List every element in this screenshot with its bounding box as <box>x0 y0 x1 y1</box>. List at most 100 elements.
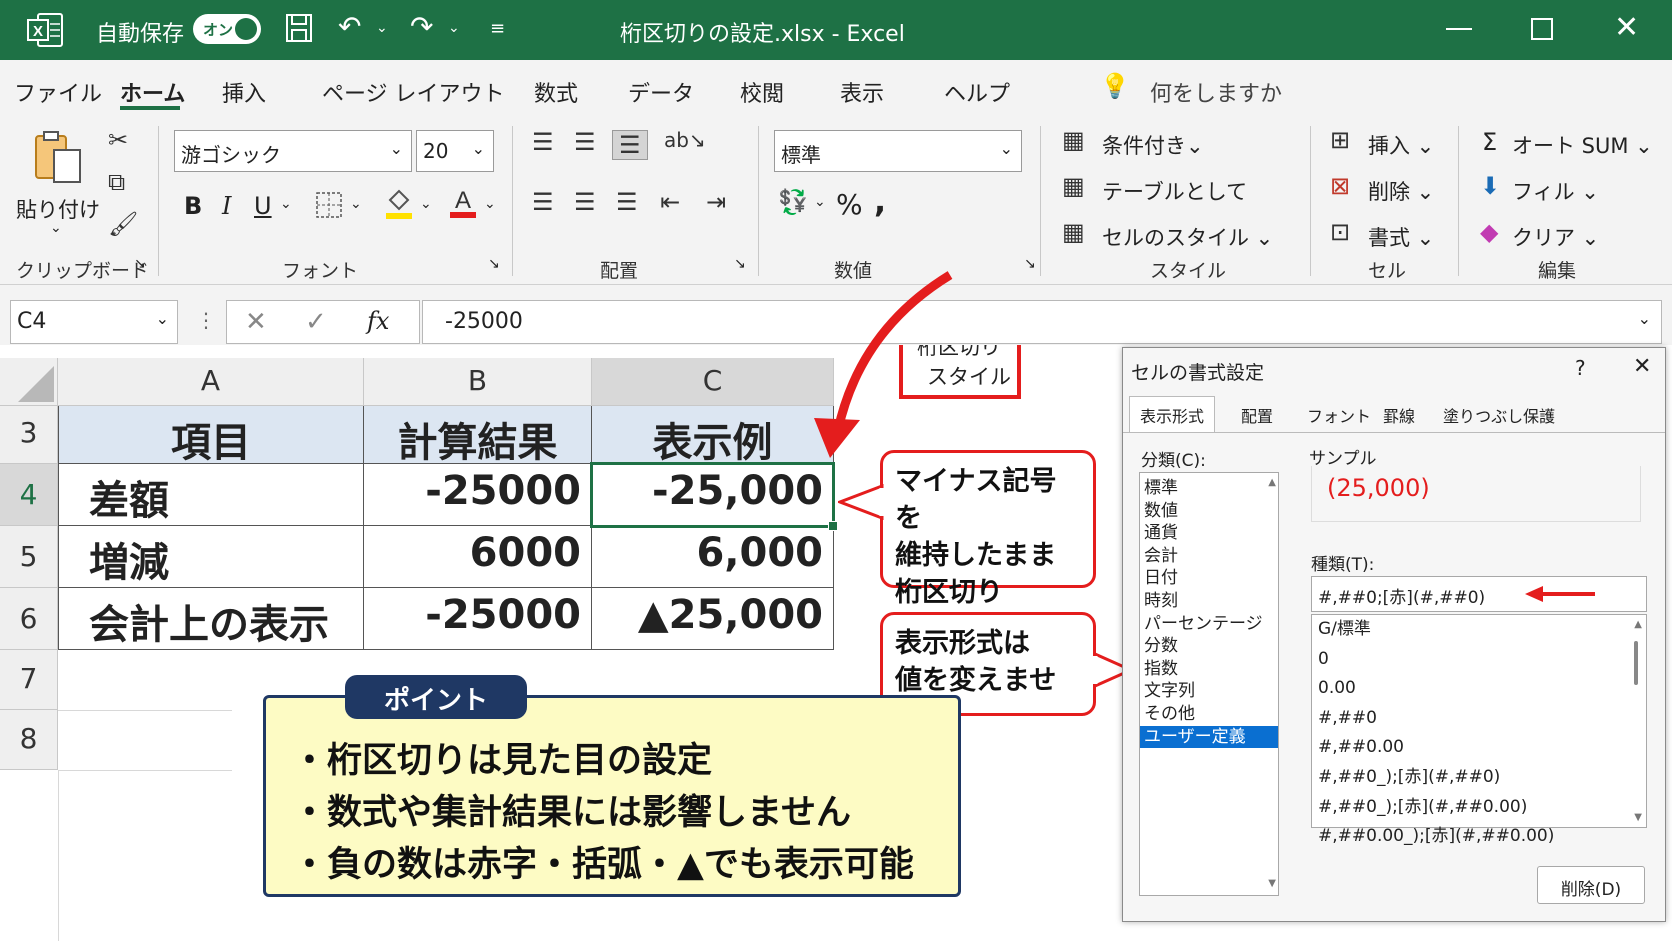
category-item[interactable]: 通貨 <box>1140 522 1278 545</box>
cell-b4[interactable]: -25000 <box>364 464 592 526</box>
scroll-down-icon[interactable]: ▼ <box>1268 878 1276 889</box>
dialog-tab-fill[interactable]: 塗りつぶし <box>1443 403 1523 427</box>
border-dropdown-icon[interactable]: ⌄ <box>350 196 362 212</box>
tab-view[interactable]: 表示 <box>840 76 884 108</box>
category-item[interactable]: パーセンテージ <box>1140 613 1278 636</box>
category-item[interactable]: 時刻 <box>1140 590 1278 613</box>
column-header-c[interactable]: C <box>592 358 834 406</box>
currency-icon[interactable]: 💱 <box>778 188 808 216</box>
tab-data[interactable]: データ <box>628 76 694 108</box>
increase-indent-icon[interactable]: ⇥ <box>706 188 726 216</box>
tell-me-search[interactable]: 何をしますか <box>1150 76 1282 108</box>
help-icon[interactable]: ? <box>1575 356 1586 380</box>
paste-icon[interactable] <box>30 128 90 194</box>
format-list[interactable]: G/標準 0 0.00 #,##0 #,##0.00 #,##0_);[赤](#,##0)… <box>1311 614 1647 846</box>
align-left-icon[interactable]: ☰ <box>532 188 554 216</box>
maximize-icon[interactable] <box>1531 18 1553 40</box>
category-item[interactable]: 標準 <box>1140 477 1278 500</box>
cell-a6[interactable]: 会計上の表示 <box>59 588 364 650</box>
row-header-3[interactable]: 3 <box>0 406 58 464</box>
redo-dropdown-icon[interactable]: ⌄ <box>448 20 460 36</box>
conditional-format-icon[interactable]: ▦ <box>1062 126 1085 154</box>
cut-icon[interactable]: ✂ <box>108 126 128 154</box>
font-color-icon[interactable]: A <box>448 184 478 226</box>
fill-handle[interactable] <box>828 521 838 531</box>
dialog-tab-font[interactable]: フォント <box>1307 403 1371 427</box>
tab-file[interactable]: ファイル <box>14 76 102 108</box>
category-item[interactable]: その他 <box>1140 703 1278 726</box>
alignment-launcher-icon[interactable]: ↘ <box>734 256 746 272</box>
percent-icon[interactable]: % <box>836 188 863 221</box>
format-cells-icon[interactable]: ⊡ <box>1330 218 1350 246</box>
format-item[interactable]: #,##0.00_);[赤](#,##0.00) <box>1312 822 1646 852</box>
number-launcher-icon[interactable]: ↘ <box>1024 256 1036 272</box>
fill-color-icon[interactable] <box>384 186 414 226</box>
row-header-8[interactable]: 8 <box>0 710 58 770</box>
category-item[interactable]: ユーザー定義 <box>1140 725 1278 749</box>
fill-button[interactable]: フィル ⌄ <box>1512 176 1599 206</box>
category-item[interactable]: 指数 <box>1140 658 1278 681</box>
format-as-table-button[interactable]: テーブルとして <box>1102 176 1247 206</box>
dialog-tab-border[interactable]: 罫線 <box>1383 403 1415 427</box>
category-item[interactable]: 会計 <box>1140 545 1278 568</box>
format-cells-button[interactable]: 書式 ⌄ <box>1368 222 1434 252</box>
cell-c6[interactable]: ▲25,000 <box>592 588 834 650</box>
dialog-tab-alignment[interactable]: 配置 <box>1241 403 1273 427</box>
conditional-format-button[interactable]: 条件付き⌄ <box>1102 130 1204 160</box>
cell-b6[interactable]: -25000 <box>364 588 592 650</box>
autosum-icon[interactable]: Σ <box>1482 128 1497 156</box>
clear-icon[interactable]: ◆ <box>1480 218 1498 246</box>
save-icon[interactable] <box>284 12 314 51</box>
clipboard-launcher-icon[interactable]: ↘ <box>134 256 146 272</box>
tab-insert[interactable]: 挿入 <box>222 76 266 108</box>
font-launcher-icon[interactable]: ↘ <box>488 256 500 272</box>
row-header-6[interactable]: 6 <box>0 588 58 650</box>
cell-b3[interactable]: 計算結果 <box>364 406 592 466</box>
expand-formula-icon[interactable]: ⌄ <box>1638 309 1651 328</box>
row-header-7[interactable]: 7 <box>0 650 58 710</box>
format-item[interactable]: #,##0 <box>1312 704 1646 734</box>
name-box[interactable]: C4 ⌄ <box>10 300 178 344</box>
tab-formulas[interactable]: 数式 <box>534 76 578 108</box>
insert-cells-icon[interactable]: ⊞ <box>1330 126 1350 154</box>
cell-styles-icon[interactable]: ▦ <box>1062 218 1085 246</box>
align-top-icon[interactable]: ☰ <box>532 128 554 156</box>
clear-button[interactable]: クリア ⌄ <box>1512 222 1599 252</box>
format-item[interactable]: 0 <box>1312 645 1646 675</box>
format-as-table-icon[interactable]: ▦ <box>1062 172 1085 200</box>
tab-home[interactable]: ホーム <box>120 76 185 108</box>
cell-a5[interactable]: 増減 <box>59 526 364 588</box>
cell-c3[interactable]: 表示例 <box>592 406 834 466</box>
undo-icon[interactable]: ↶ <box>338 10 361 43</box>
orientation-icon[interactable]: ab↘ <box>664 128 706 152</box>
format-item[interactable]: #,##0_);[赤](#,##0) <box>1312 763 1646 793</box>
close-icon[interactable]: ✕ <box>1614 10 1639 45</box>
font-name-combo[interactable]: 游ゴシック ⌄ <box>174 130 412 172</box>
scrollbar-thumb[interactable] <box>1634 641 1638 685</box>
dialog-tab-protection[interactable]: 保護 <box>1523 403 1555 427</box>
minimize-icon[interactable] <box>1446 28 1472 30</box>
column-header-a[interactable]: A <box>58 358 364 406</box>
scroll-down-icon[interactable]: ▼ <box>1634 812 1642 823</box>
cancel-icon[interactable]: ✕ <box>245 307 267 337</box>
font-color-dropdown-icon[interactable]: ⌄ <box>484 196 496 212</box>
enter-icon[interactable]: ✓ <box>305 307 327 337</box>
row-header-5[interactable]: 5 <box>0 526 58 588</box>
copy-icon[interactable]: ⧉ <box>108 168 125 196</box>
dialog-close-icon[interactable]: ✕ <box>1633 354 1651 379</box>
formula-input[interactable]: -25000 ⌄ <box>422 300 1662 344</box>
underline-dropdown-icon[interactable]: ⌄ <box>280 196 292 212</box>
cell-a4[interactable]: 差額 <box>59 464 364 526</box>
tab-page-layout[interactable]: ページ レイアウト <box>322 76 505 108</box>
insert-cells-button[interactable]: 挿入 ⌄ <box>1368 130 1434 160</box>
cell-a3[interactable]: 項目 <box>59 406 364 466</box>
align-center-icon[interactable]: ☰ <box>574 188 596 216</box>
category-list[interactable]: 標準 数値 通貨 会計 日付 時刻 パーセンテージ 分数 指数 文字列 その他 ユーザー定義 ▲ ▼ <box>1139 472 1279 896</box>
autosum-button[interactable]: オート SUM ⌄ <box>1512 130 1653 160</box>
category-item[interactable]: 文字列 <box>1140 680 1278 703</box>
delete-cells-button[interactable]: 削除 ⌄ <box>1368 176 1434 206</box>
cell-b5[interactable]: 6000 <box>364 526 592 588</box>
cell-c5[interactable]: 6,000 <box>592 526 834 588</box>
format-item[interactable]: G/標準 <box>1312 615 1646 645</box>
delete-cells-icon[interactable]: ⊠ <box>1330 172 1350 200</box>
